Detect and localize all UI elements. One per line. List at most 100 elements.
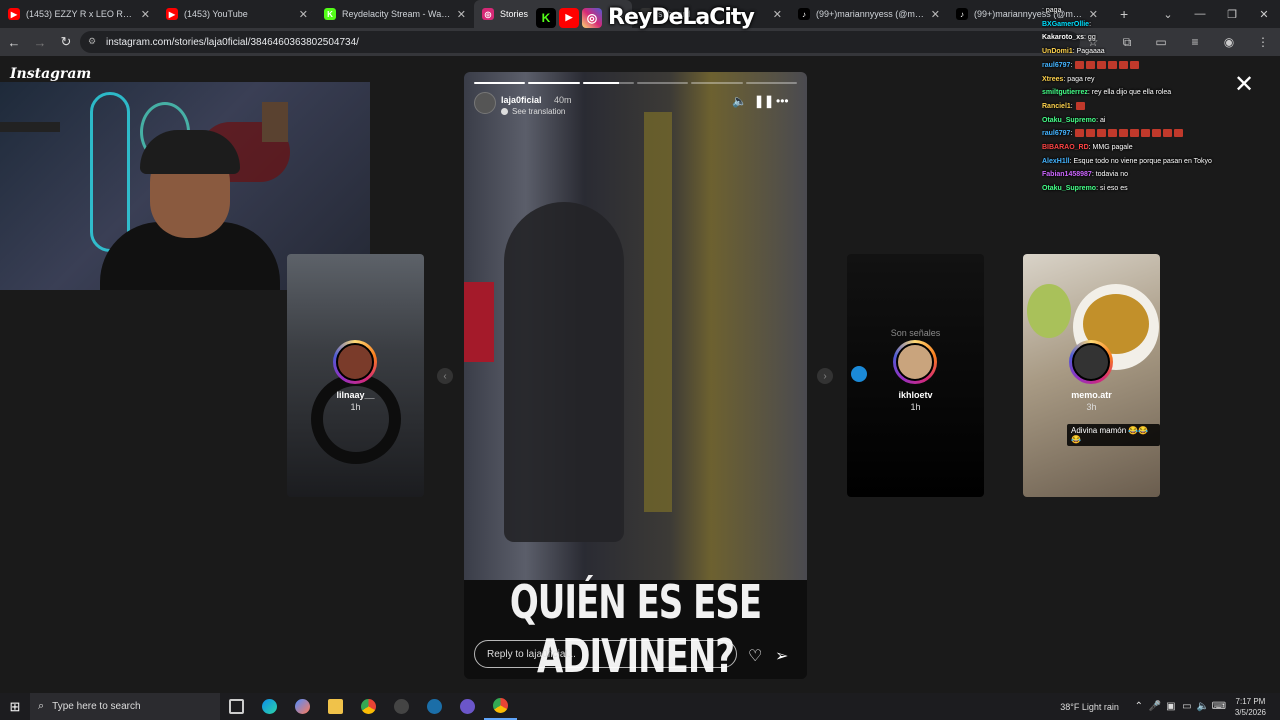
url-bar[interactable]: ⚙ instagram.com/stories/laja0ficial/3846… <box>80 31 1080 53</box>
emote-icon <box>1097 129 1107 138</box>
emote-icon <box>1086 60 1096 69</box>
browser-tab[interactable]: ▶ (1453) YouTube ✕ <box>158 0 316 28</box>
story-media-figure <box>504 202 624 542</box>
neon-light <box>90 92 130 252</box>
stream-brand-overlay: K ▶ ◎ ReyDeLaCity <box>536 5 755 30</box>
chat-username[interactable]: raul6797 <box>1042 62 1070 69</box>
microphone-icon[interactable]: 🎤 <box>1147 701 1163 712</box>
chat-message: Ranciel1: <box>1042 100 1278 114</box>
chat-message: UnDomi1: Pagaaaa <box>1042 45 1278 59</box>
pause-icon[interactable]: ❚❚ <box>754 94 774 108</box>
chevron-up-icon[interactable]: ⌃ <box>1131 701 1147 712</box>
chat-username[interactable]: Otaku_Supremo <box>1042 185 1096 192</box>
browser-tab[interactable]: ▶ (1453) EZZY R x LEO RD - SE DI ✕ <box>0 0 158 28</box>
story-card-memo[interactable]: memo.atr 3h Adivina mamón 😂😂😂 <box>1023 254 1160 497</box>
heart-icon[interactable]: ♡ <box>748 646 762 666</box>
close-tab-icon[interactable]: ✕ <box>141 8 150 21</box>
story-viewer[interactable]: QUIÉN ES ESE ADIVINEN? laja0ficial 40m S… <box>464 72 807 679</box>
globe-icon <box>501 108 508 115</box>
clock-time: 7:17 PM <box>1235 696 1266 706</box>
story-card-ikhloetv[interactable]: Son señales ikhloetv 1h <box>847 254 984 497</box>
weather-widget[interactable]: 38°F Light rain <box>1060 702 1119 712</box>
browser-tab[interactable]: K Reydelacity Stream - Watch Live ✕ <box>316 0 474 28</box>
chat-username[interactable]: Xtrees <box>1042 76 1063 83</box>
obs-icon[interactable] <box>451 693 484 720</box>
chat-text: : <box>1089 20 1092 28</box>
see-translation-link[interactable]: See translation <box>512 107 565 116</box>
chat-username[interactable]: smiltgutierrez <box>1042 89 1088 96</box>
clock-date: 3/5/2026 <box>1234 707 1266 717</box>
close-tab-icon[interactable]: ✕ <box>457 8 466 21</box>
chat-emotes <box>1075 60 1141 69</box>
emote-icon <box>1130 60 1140 69</box>
copilot-icon[interactable] <box>286 693 319 720</box>
chat-message: : paga <box>1042 4 1278 18</box>
task-view-icon[interactable] <box>220 693 253 720</box>
instagram-icon: ◎ <box>582 7 602 28</box>
emote-icon <box>1130 129 1140 138</box>
chat-username[interactable]: Otaku_Supremo <box>1042 117 1096 124</box>
close-tab-icon[interactable]: ✕ <box>931 8 940 21</box>
chat-username[interactable]: raul6797 <box>1042 130 1070 137</box>
emote-icon <box>1174 129 1184 138</box>
story-card-username: ikhloetv <box>898 390 933 400</box>
chrome-icon[interactable] <box>352 693 385 720</box>
tab-favicon-icon: ▶ <box>8 8 20 20</box>
chrome-icon[interactable] <box>484 693 517 720</box>
progress-segment <box>636 82 689 84</box>
forward-button[interactable]: → <box>28 30 52 54</box>
story-card-lilnaay[interactable]: lilnaay__ 1h <box>287 254 424 497</box>
avatar[interactable] <box>474 92 496 114</box>
previous-story-arrow[interactable]: ‹ <box>437 368 453 384</box>
reply-input[interactable]: Reply to laja0ficial... <box>474 640 737 668</box>
chat-username[interactable]: Ranciel1 <box>1042 103 1071 110</box>
network-icon[interactable]: ▭ <box>1179 701 1195 712</box>
keyboard-icon[interactable]: ⌨ <box>1211 701 1227 712</box>
edge-icon[interactable] <box>253 693 286 720</box>
app-icon[interactable] <box>385 693 418 720</box>
chat-username[interactable]: Kakaroto_xs <box>1042 34 1084 41</box>
chat-username[interactable]: Fabian1458987 <box>1042 171 1092 178</box>
file-explorer-icon[interactable] <box>319 693 352 720</box>
volume-icon[interactable]: 🔈 <box>732 94 747 108</box>
close-tab-icon[interactable]: ✕ <box>773 8 782 21</box>
story-card-caption: Adivina mamón 😂😂😂 <box>1067 424 1160 446</box>
back-button[interactable]: ← <box>2 30 26 54</box>
emote-icon <box>1119 129 1129 138</box>
chat-message: raul6797: <box>1042 59 1278 73</box>
app-tray-icon[interactable]: ▣ <box>1163 701 1179 712</box>
story-username[interactable]: laja0ficial <box>501 95 542 105</box>
reload-button[interactable]: ↻ <box>54 30 78 54</box>
chat-text: : MMG pagale <box>1088 144 1133 152</box>
poster <box>262 102 288 142</box>
volume-icon[interactable]: 🔈 <box>1195 701 1211 712</box>
chat-username[interactable]: BXGamerOllie <box>1042 21 1089 28</box>
chat-message: raul6797: <box>1042 127 1278 141</box>
send-icon[interactable]: ➢ <box>775 646 788 666</box>
browser-tab[interactable]: ♪ (99+)mariannyyess (@marianny ✕ <box>790 0 948 28</box>
instagram-logo[interactable]: Instagram <box>10 66 91 82</box>
windows-taskbar: ⊞ ⌕ Type here to search 38°F Light rain … <box>0 693 1280 720</box>
shelf <box>0 122 60 132</box>
next-story-arrow[interactable]: › <box>817 368 833 384</box>
chat-text: : paga <box>1042 7 1062 14</box>
story-time: 40m <box>554 95 572 105</box>
chat-username[interactable]: UnDomi1 <box>1042 48 1073 55</box>
avatar <box>893 340 937 384</box>
story-card-time: 1h <box>350 402 361 412</box>
story-card-time: 1h <box>910 402 921 412</box>
windows-start-icon[interactable]: ⊞ <box>0 693 30 720</box>
chat-username[interactable]: AlexH1ll <box>1042 158 1070 165</box>
emote-icon <box>1086 129 1096 138</box>
site-info-icon[interactable]: ⚙ <box>88 36 100 48</box>
chat-text: : Esque todo no viene porque pasan en To… <box>1069 157 1212 165</box>
clock[interactable]: 7:17 PM 3/5/2026 <box>1235 696 1266 718</box>
tab-favicon-icon: ▶ <box>166 8 178 20</box>
taskbar-search-input[interactable]: ⌕ Type here to search <box>30 693 220 720</box>
chat-username[interactable]: BIBARAO_RD <box>1042 144 1089 151</box>
more-options-icon[interactable]: ••• <box>776 94 789 108</box>
steam-icon[interactable] <box>418 693 451 720</box>
progress-segment <box>745 82 797 84</box>
chat-message: Otaku_Supremo: ai <box>1042 114 1278 128</box>
close-tab-icon[interactable]: ✕ <box>299 8 308 21</box>
